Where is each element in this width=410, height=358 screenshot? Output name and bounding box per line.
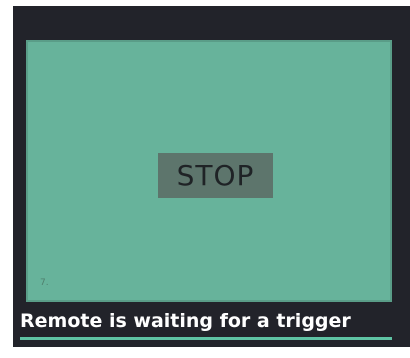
status-underline — [20, 337, 392, 340]
panel-corner-mark: 7. — [40, 278, 49, 288]
stop-button[interactable]: STOP — [158, 153, 273, 198]
status-message: Remote is waiting for a trigger — [20, 310, 351, 332]
remote-window: STOP 7. Remote is waiting for a trigger — [0, 0, 410, 358]
bottom-edge — [0, 347, 410, 358]
trigger-panel[interactable]: STOP 7. — [26, 40, 392, 302]
left-edge — [0, 0, 13, 358]
stop-button-label: STOP — [176, 159, 255, 192]
